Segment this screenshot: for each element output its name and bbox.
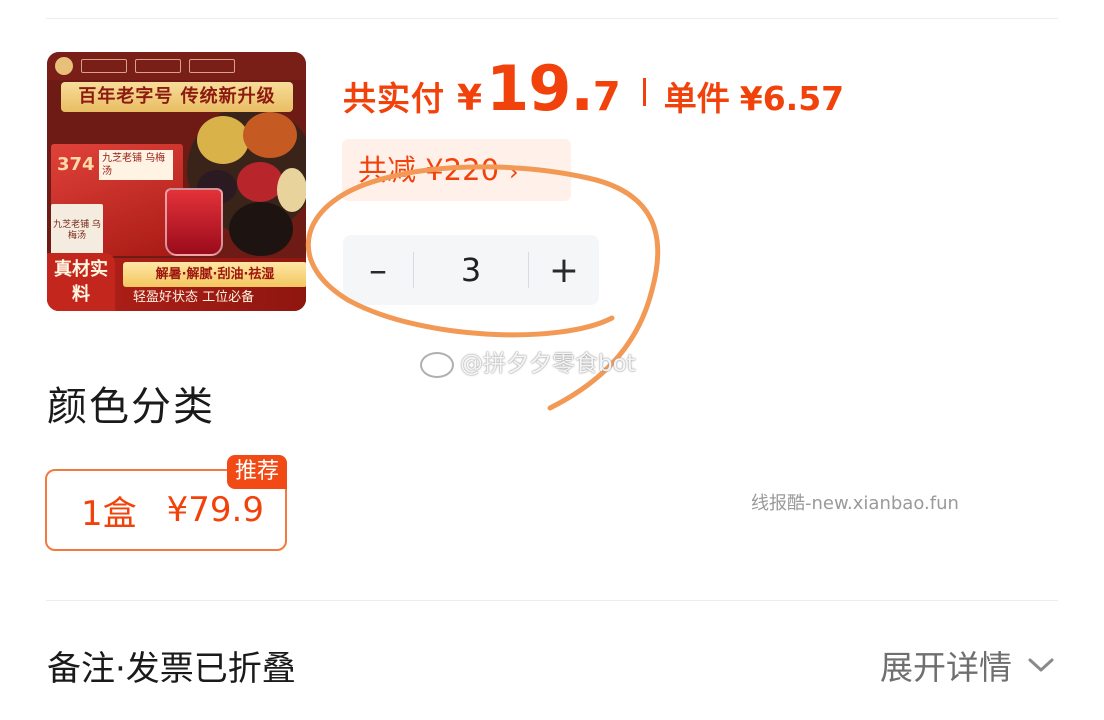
- brand-logos: [47, 52, 306, 80]
- expand-details-button[interactable]: 展开详情: [880, 641, 1056, 689]
- image-subtext: 轻盈好状态 工位必备: [133, 290, 255, 305]
- decrease-button[interactable]: –: [343, 235, 413, 305]
- weibo-icon: [420, 351, 454, 378]
- brand-logo-icon: [55, 57, 73, 75]
- product-image[interactable]: 百年老字号 传统新升级 374 九芝老铺 乌梅汤 九芝老铺 乌梅汤 真材实料 解…: [47, 52, 306, 311]
- drink-cup: [165, 188, 223, 256]
- total-price-dec: 7: [592, 74, 621, 120]
- unit-price: ¥6.57: [739, 79, 845, 118]
- product-pack: 九芝老铺 乌梅汤: [51, 204, 103, 260]
- image-banner: 百年老字号 传统新升级: [61, 82, 293, 112]
- image-tag: 真材实料: [47, 253, 115, 311]
- total-price-int: 19.: [486, 52, 594, 125]
- sku-price: ¥79.9: [166, 490, 264, 530]
- quantity-stepper[interactable]: – 3 +: [343, 235, 599, 305]
- collapsed-notice: 备注·发票已折叠: [47, 649, 296, 689]
- discount-detail-button[interactable]: 共减 ¥220 ›: [342, 139, 571, 201]
- discount-text: 共减 ¥220: [358, 153, 500, 187]
- price-separator: [642, 78, 646, 106]
- image-benefits: 解暑·解腻·刮油·祛湿: [123, 262, 306, 287]
- recommend-badge: 推荐: [226, 455, 287, 489]
- expand-label: 展开详情: [880, 648, 1012, 687]
- site-watermark: 线报酷-new.xianbao.fun: [751, 493, 959, 514]
- sku-option[interactable]: 1盒 ¥79.9 推荐: [45, 455, 287, 551]
- top-divider: [46, 18, 1058, 19]
- sku-quantity: 1盒: [81, 493, 137, 534]
- increase-button[interactable]: +: [529, 235, 599, 305]
- section-divider: [46, 600, 1058, 601]
- chevron-down-icon: [1028, 658, 1054, 672]
- unit-label: 单件: [663, 79, 730, 118]
- total-label: 共实付: [343, 79, 445, 118]
- currency-symbol: ¥: [457, 78, 483, 119]
- quantity-value[interactable]: 3: [414, 251, 528, 289]
- weibo-watermark: @拼夕夕零食bot: [420, 344, 636, 378]
- price-summary: 共实付 ¥ 19. 7 单件 ¥6.57: [343, 52, 844, 132]
- section-title: 颜色分类: [47, 384, 215, 430]
- chevron-right-icon: ›: [509, 158, 519, 186]
